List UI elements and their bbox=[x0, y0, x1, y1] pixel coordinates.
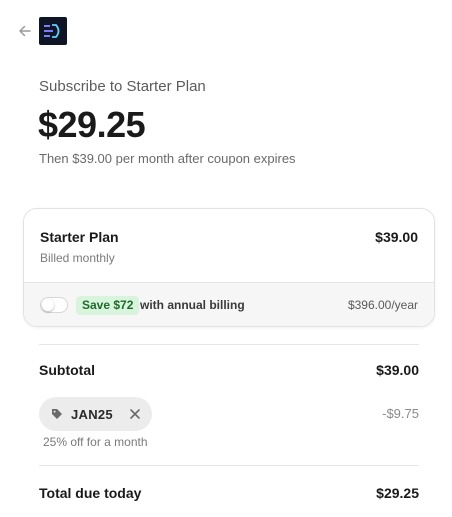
plan-price: $39.00 bbox=[375, 229, 418, 245]
subtotal-label: Subtotal bbox=[39, 362, 95, 378]
toggle-knob bbox=[42, 299, 54, 311]
price-due-today: $29.25 bbox=[38, 104, 146, 145]
annual-billing-label: with annual billing bbox=[140, 298, 245, 312]
coupon-description: 25% off for a month bbox=[43, 435, 148, 449]
tag-icon bbox=[51, 408, 63, 420]
divider bbox=[39, 465, 419, 466]
price-note: Then $39.00 per month after coupon expir… bbox=[39, 151, 296, 166]
arrow-left-icon[interactable] bbox=[16, 22, 34, 40]
coupon-chip: JAN25 bbox=[39, 397, 152, 431]
plan-details: Starter Plan Billed monthly $39.00 bbox=[24, 209, 434, 283]
top-bar bbox=[16, 17, 67, 45]
plan-card: Starter Plan Billed monthly $39.00 Save … bbox=[23, 208, 435, 327]
divider bbox=[39, 344, 419, 345]
discount-value: -$9.75 bbox=[382, 406, 419, 421]
coupon-code: JAN25 bbox=[71, 406, 113, 422]
plan-name: Starter Plan bbox=[40, 229, 119, 245]
subscription-heading: Subscribe to Starter Plan bbox=[39, 78, 206, 95]
annual-billing-toggle[interactable] bbox=[40, 297, 68, 313]
subtotal-value: $39.00 bbox=[376, 362, 419, 378]
annual-price: $396.00/year bbox=[347, 298, 418, 312]
close-icon[interactable] bbox=[128, 407, 142, 421]
save-badge: Save $72 bbox=[76, 296, 140, 315]
total-due-label: Total due today bbox=[39, 485, 142, 501]
total-due-value: $29.25 bbox=[376, 485, 419, 501]
plan-billing-period: Billed monthly bbox=[40, 251, 115, 265]
checkout-page: Subscribe to Starter Plan $29.25 Then $3… bbox=[0, 0, 452, 517]
annual-billing-row: Save $72 with annual billing $396.00/yea… bbox=[24, 283, 434, 326]
brand-logo-icon[interactable] bbox=[39, 17, 67, 45]
